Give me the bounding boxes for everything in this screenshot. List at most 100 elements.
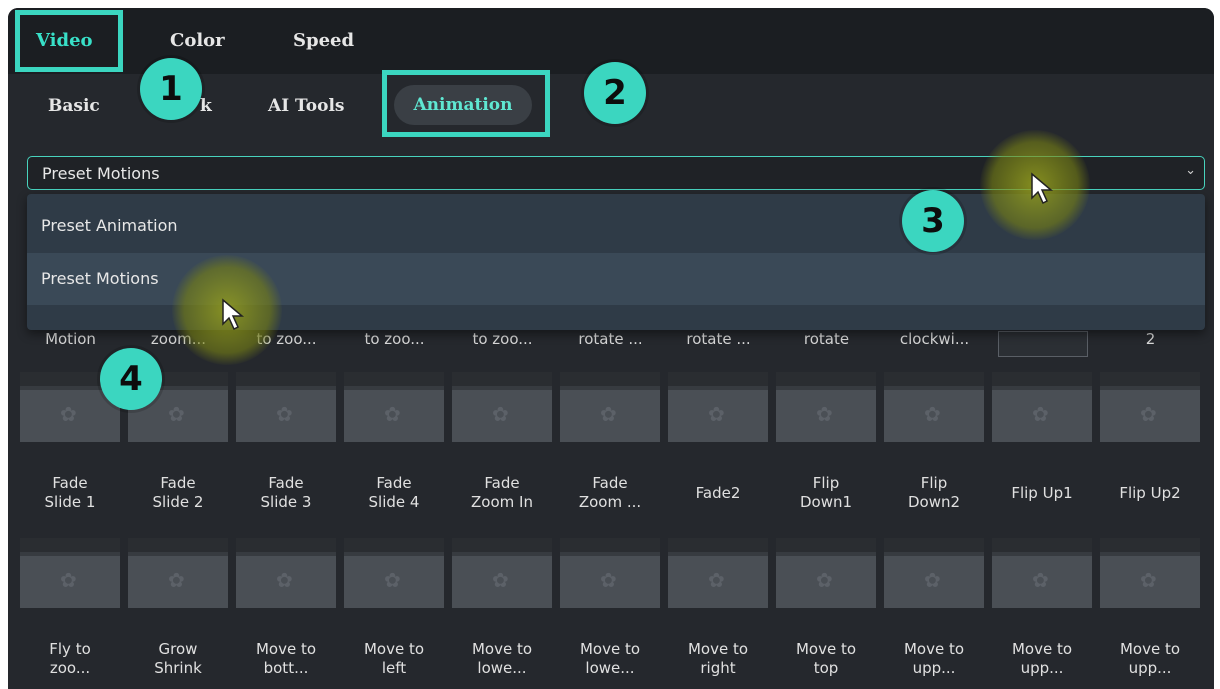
- thumbnail-bar: [452, 538, 552, 552]
- flower-icon: ✿: [492, 402, 509, 426]
- preset-name[interactable]: Move to left: [340, 640, 448, 678]
- preset-label: Motion: [45, 330, 96, 348]
- subtab-ai-tools[interactable]: AI Tools: [268, 96, 344, 116]
- flower-icon: ✿: [708, 402, 725, 426]
- preset-thumbnail[interactable]: ✿: [560, 372, 660, 442]
- thumbnail-bar: [344, 372, 444, 386]
- flower-icon: ✿: [924, 402, 941, 426]
- flower-icon: ✿: [600, 568, 617, 592]
- step-badge-1: 1: [140, 58, 202, 120]
- highlight-animation-tab: [382, 70, 550, 137]
- preset-thumbnail[interactable]: ✿: [1100, 372, 1200, 442]
- flower-icon: ✿: [600, 402, 617, 426]
- thumbnail-bar: [668, 538, 768, 552]
- preset-thumbnail[interactable]: ✿: [776, 538, 876, 608]
- preset-thumbnail[interactable]: ✿: [1100, 538, 1200, 608]
- flower-icon: ✿: [168, 402, 185, 426]
- preset-name[interactable]: Move to lowe...: [556, 640, 664, 678]
- thumbnail-bar: [344, 538, 444, 552]
- thumbnail-bar: [668, 372, 768, 386]
- flower-icon: ✿: [1032, 402, 1049, 426]
- flower-icon: ✿: [924, 568, 941, 592]
- subtab-partial[interactable]: k: [200, 96, 212, 116]
- preset-name[interactable]: Flip Down1: [772, 474, 880, 512]
- preset-label: to zoo...: [472, 330, 533, 348]
- preset-name[interactable]: Move to upp...: [880, 640, 988, 678]
- flower-icon: ✿: [816, 402, 833, 426]
- preset-name[interactable]: Grow Shrink: [124, 640, 232, 678]
- thumbnail-bar: [776, 372, 876, 386]
- preset-name[interactable]: Fade Slide 3: [232, 474, 340, 512]
- preset-name[interactable]: Fade Zoom ...: [556, 474, 664, 512]
- thumbnail-bar: [884, 372, 984, 386]
- flower-icon: ✿: [1140, 568, 1157, 592]
- flower-icon: ✿: [276, 568, 293, 592]
- preset-label: rotate ...: [686, 330, 751, 348]
- flower-icon: ✿: [168, 568, 185, 592]
- preset-name[interactable]: Flip Down2: [880, 474, 988, 512]
- preset-thumbnail[interactable]: ✿: [128, 538, 228, 608]
- preset-label: clockwi...: [899, 330, 970, 348]
- thumbnail-bar: [236, 372, 336, 386]
- thumbnail-bar: [452, 372, 552, 386]
- preset-name[interactable]: Move to upp...: [988, 640, 1096, 678]
- preset-name[interactable]: Fade Slide 4: [340, 474, 448, 512]
- preset-name[interactable]: Fade Zoom In: [448, 474, 556, 512]
- preset-name[interactable]: Flip Up1: [988, 484, 1096, 503]
- select-value: Preset Motions: [42, 164, 160, 183]
- flower-icon: ✿: [384, 568, 401, 592]
- preset-label: rotate: [803, 330, 850, 348]
- preset-name[interactable]: Flip Up2: [1096, 484, 1204, 503]
- thumbnail-bar: [992, 372, 1092, 386]
- preset-label: rotate ...: [578, 330, 643, 348]
- thumbnail-bar: [1100, 538, 1200, 552]
- step-badge-4: 4: [100, 348, 162, 410]
- preset-thumbnail[interactable]: ✿: [776, 372, 876, 442]
- flower-icon: ✿: [816, 568, 833, 592]
- preset-name[interactable]: Fade Slide 2: [124, 474, 232, 512]
- preset-thumbnail[interactable]: ✿: [344, 538, 444, 608]
- flower-icon: ✿: [708, 568, 725, 592]
- step-badge-3: 3: [902, 190, 964, 252]
- thumbnail-bar: [884, 538, 984, 552]
- preset-thumbnail[interactable]: ✿: [236, 538, 336, 608]
- thumbnail-bar: [776, 538, 876, 552]
- preset-name[interactable]: Move to upp...: [1096, 640, 1204, 678]
- step-badge-2: 2: [584, 62, 646, 124]
- thumbnail-bar: [560, 372, 660, 386]
- preset-thumbnail[interactable]: ✿: [884, 372, 984, 442]
- preset-thumbnail[interactable]: ✿: [452, 538, 552, 608]
- preset-thumbnail[interactable]: ✿: [344, 372, 444, 442]
- thumbnail-bar: [1100, 372, 1200, 386]
- flower-icon: ✿: [60, 568, 77, 592]
- thumbnail-bar: [128, 538, 228, 552]
- flower-icon: ✿: [60, 402, 77, 426]
- preset-thumbnail[interactable]: ✿: [668, 538, 768, 608]
- flower-icon: ✿: [492, 568, 509, 592]
- preset-thumbnail[interactable]: ✿: [884, 538, 984, 608]
- preset-thumbnail[interactable]: ✿: [668, 372, 768, 442]
- preset-thumbnail[interactable]: ✿: [236, 372, 336, 442]
- preset-thumbnail[interactable]: ✿: [452, 372, 552, 442]
- preset-name[interactable]: Fade2: [664, 484, 772, 503]
- preset-thumbnail[interactable]: ✿: [560, 538, 660, 608]
- flower-icon: ✿: [1140, 402, 1157, 426]
- thumbnail-bar: [20, 538, 120, 552]
- preset-name[interactable]: Move to bott...: [232, 640, 340, 678]
- preset-thumbnail[interactable]: ✿: [992, 538, 1092, 608]
- preset-name[interactable]: Move to right: [664, 640, 772, 678]
- chevron-down-icon: ⌄: [1185, 163, 1196, 178]
- preset-thumbnail[interactable]: ✿: [992, 372, 1092, 442]
- thumbnail-bar: [992, 538, 1092, 552]
- subtab-basic[interactable]: Basic: [48, 96, 100, 116]
- flower-icon: ✿: [1032, 568, 1049, 592]
- preset-name[interactable]: Move to top: [772, 640, 880, 678]
- tab-color[interactable]: Color: [170, 30, 225, 51]
- preset-name[interactable]: Fade Slide 1: [16, 474, 124, 512]
- preset-name[interactable]: Move to lowe...: [448, 640, 556, 678]
- preset-label: 2: [1145, 330, 1156, 348]
- tab-speed[interactable]: Speed: [293, 30, 354, 51]
- preset-thumbnail[interactable]: ✿: [20, 538, 120, 608]
- thumbnail-bar: [560, 538, 660, 552]
- preset-name[interactable]: Fly to zoo...: [16, 640, 124, 678]
